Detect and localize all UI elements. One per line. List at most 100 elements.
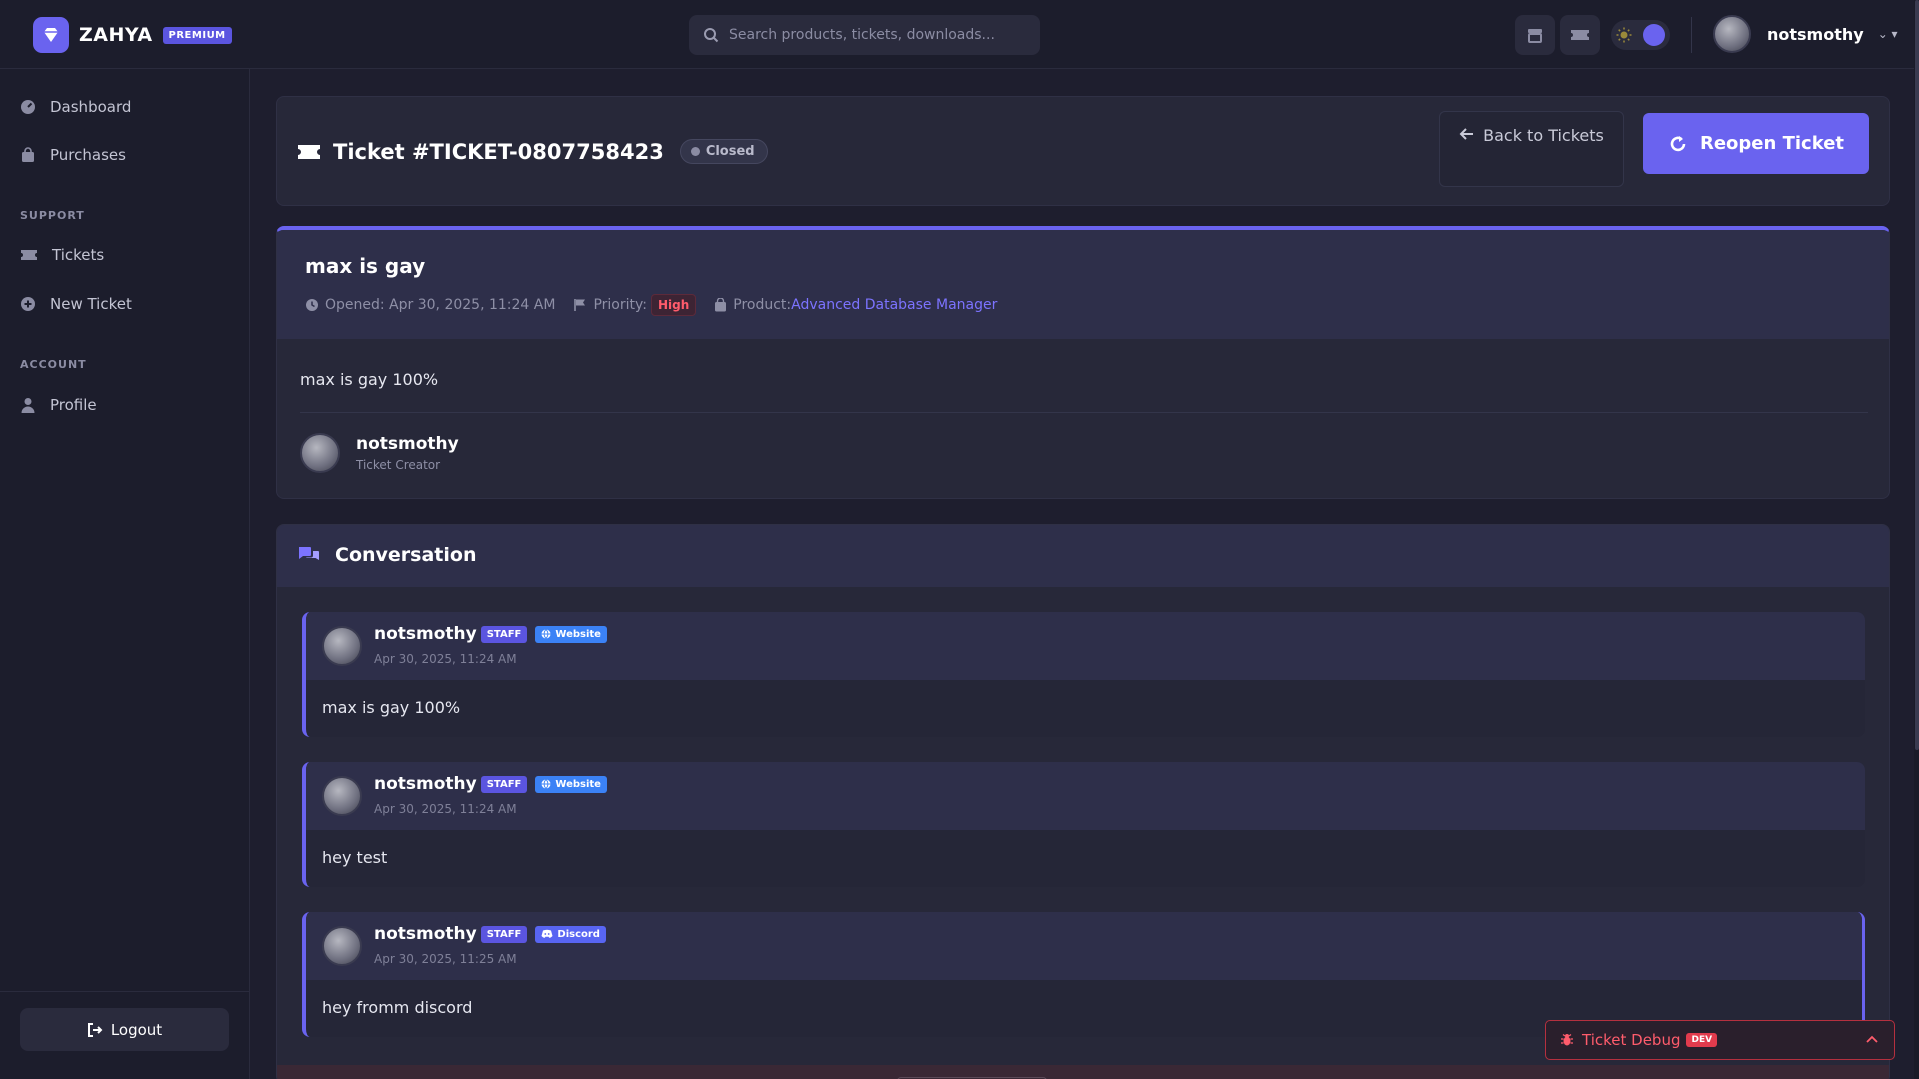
sidebar-item-label: Profile [50, 396, 97, 414]
staff-badge: STAFF [480, 925, 528, 943]
conversation-card: Conversation notsmothy STAFF Website Apr… [276, 524, 1890, 1079]
username: notsmothy [1767, 24, 1864, 44]
back-to-tickets-button[interactable]: Back to Tickets [1439, 111, 1624, 187]
tickets-shortcut-button[interactable] [1560, 15, 1600, 55]
status-badge: Closed [679, 139, 768, 164]
sidebar-item-label: New Ticket [50, 295, 132, 313]
bag-icon [22, 147, 34, 162]
message-text: max is gay 100% [322, 698, 461, 717]
creator-name: notsmothy [356, 434, 459, 454]
priority-meta: Priority: High [573, 294, 697, 316]
ticket-detail-header: max is gay Opened: Apr 30, 2025, 11:24 A… [277, 230, 1889, 339]
divider [1691, 17, 1692, 53]
ticket-meta: Opened: Apr 30, 2025, 11:24 AM Priority:… [305, 294, 1015, 316]
message-header [306, 912, 1862, 980]
logout-button[interactable]: Logout [20, 1008, 229, 1051]
product-meta: Product: Advanced Database Manager [714, 297, 997, 313]
arrow-left-icon [1459, 128, 1474, 140]
discord-icon [541, 929, 553, 938]
ticket-icon [298, 144, 320, 159]
avatar [322, 626, 362, 666]
source-badge: Website [535, 625, 607, 643]
sidebar: Dashboard Purchases SUPPORT Tickets New … [0, 69, 250, 1079]
sidebar-item-profile[interactable]: Profile [20, 396, 97, 414]
creator-role: Ticket Creator [356, 458, 441, 472]
user-icon [21, 398, 35, 413]
avatar [322, 776, 362, 816]
message: notsmothy STAFF Website Apr 30, 2025, 11… [302, 762, 1865, 887]
search-icon [704, 28, 719, 43]
divider [0, 991, 250, 992]
search-bar[interactable] [689, 15, 1040, 55]
clock-icon [306, 299, 318, 311]
refresh-icon [1670, 135, 1686, 151]
sidebar-item-label: Dashboard [50, 98, 132, 116]
scrollbar-thumb[interactable] [1915, 0, 1919, 750]
staff-badge: STAFF [480, 775, 528, 793]
divider [300, 412, 1868, 413]
message-date: Apr 30, 2025, 11:25 AM [374, 952, 517, 966]
back-label: Back to Tickets [1483, 126, 1604, 145]
bag-icon [715, 298, 727, 312]
sidebar-item-label: Purchases [50, 146, 126, 164]
message: notsmothy STAFF Website Apr 30, 2025, 11… [302, 612, 1865, 737]
chat-bubbles-icon [299, 547, 319, 560]
sidebar-item-dashboard[interactable]: Dashboard [20, 98, 131, 116]
ticket-header-card: Ticket #TICKET-0807758423 Closed Back to… [276, 96, 1890, 206]
message-date: Apr 30, 2025, 11:24 AM [374, 652, 517, 666]
page-title: Ticket #TICKET-0807758423 [333, 139, 664, 164]
message-author: notsmothy [374, 924, 477, 944]
logout-icon [87, 1022, 103, 1037]
reply-area-edge [277, 1065, 1889, 1079]
message: notsmothy STAFF Discord Apr 30, 2025, 11… [302, 912, 1865, 1037]
premium-badge: PREMIUM [162, 26, 232, 44]
globe-icon [541, 629, 551, 639]
globe-icon [541, 779, 551, 789]
ticket-debug-panel[interactable]: Ticket Debug DEV [1545, 1020, 1895, 1060]
user-menu[interactable]: notsmothy ⌄ ▾ [1713, 15, 1898, 53]
ticket-icon [21, 250, 37, 260]
ticket-icon [1571, 30, 1589, 40]
avatar [322, 926, 362, 966]
message-author: notsmothy [374, 774, 477, 794]
bug-icon [1561, 1034, 1573, 1046]
nav-heading-account: ACCOUNT [20, 358, 87, 371]
search-input[interactable] [729, 27, 1029, 43]
sidebar-item-tickets[interactable]: Tickets [20, 246, 104, 264]
plus-circle-icon [21, 297, 35, 311]
dashboard-icon [21, 100, 35, 114]
ticket-subject: max is gay [305, 254, 426, 278]
ticket-title-row: Ticket #TICKET-0807758423 Closed [297, 139, 768, 164]
sun-icon [1616, 27, 1632, 43]
theme-toggle[interactable] [1611, 20, 1670, 50]
brand[interactable]: ZAHYA PREMIUM [33, 17, 232, 53]
sidebar-item-label: Tickets [52, 246, 105, 264]
message-text: hey test [322, 848, 388, 867]
avatar [1713, 15, 1751, 53]
sidebar-item-purchases[interactable]: Purchases [20, 146, 126, 164]
message-header [306, 612, 1865, 680]
reopen-ticket-button[interactable]: Reopen Ticket [1643, 113, 1869, 174]
nav-heading-support: SUPPORT [20, 209, 85, 222]
store-button[interactable] [1515, 15, 1555, 55]
message-date: Apr 30, 2025, 11:24 AM [374, 802, 517, 816]
message-author: notsmothy [374, 624, 477, 644]
dev-badge: DEV [1686, 1033, 1718, 1047]
diamond-logo-icon [33, 17, 69, 53]
logout-label: Logout [110, 1020, 163, 1039]
conversation-header: Conversation [277, 525, 1889, 587]
avatar [300, 433, 340, 473]
message-header [306, 762, 1865, 830]
ticket-detail-card: max is gay Opened: Apr 30, 2025, 11:24 A… [276, 226, 1890, 499]
brand-name: ZAHYA [79, 24, 153, 46]
store-icon [1528, 29, 1542, 43]
chevron-up-icon[interactable] [1864, 1031, 1880, 1047]
sidebar-item-new-ticket[interactable]: New Ticket [20, 295, 132, 313]
source-badge: Discord [535, 925, 606, 943]
staff-badge: STAFF [480, 625, 528, 643]
ticket-creator: notsmothy Ticket Creator [300, 433, 459, 473]
status-dot-icon [690, 147, 700, 156]
product-link[interactable]: Advanced Database Manager [791, 297, 997, 313]
message-text: hey fromm discord [322, 998, 473, 1017]
top-bar: ZAHYA PREMIUM notsmothy ⌄ ▾ [0, 0, 1919, 69]
